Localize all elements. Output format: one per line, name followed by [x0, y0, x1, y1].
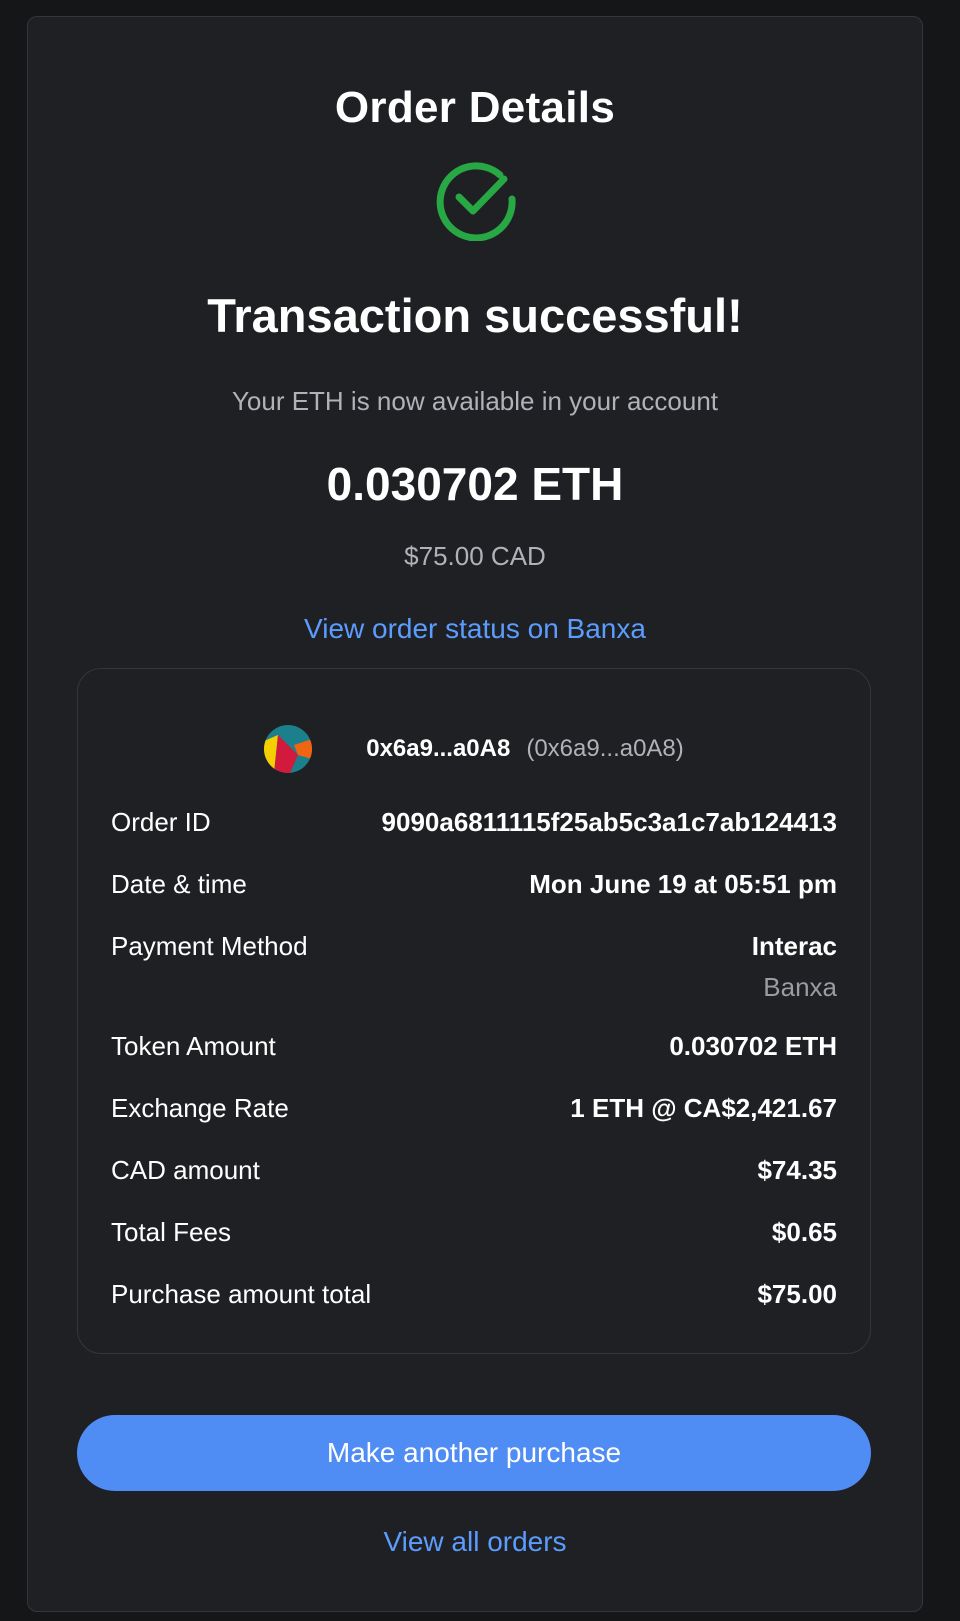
cad-amount-label: CAD amount — [111, 1155, 260, 1185]
exchange-rate-label: Exchange Rate — [111, 1093, 289, 1123]
payment-method-value: Interac Banxa — [752, 931, 837, 1003]
order-id-value: 9090a6811115f25ab5c3a1c7ab124413 — [381, 807, 837, 837]
date-time-label: Date & time — [111, 869, 247, 899]
payment-method-row: Payment Method Interac Banxa — [111, 931, 837, 1003]
token-amount-label: Token Amount — [111, 1031, 276, 1061]
view-all-orders-link[interactable]: View all orders — [28, 1526, 922, 1558]
payment-method-name: Interac — [751, 931, 837, 961]
purchase-total-value: $75.00 — [757, 1279, 837, 1309]
page-title: Order Details — [334, 83, 616, 132]
total-fees-value: $0.65 — [771, 1217, 837, 1247]
view-order-status-link[interactable]: View order status on Banxa — [28, 613, 922, 645]
check-circle-icon — [436, 162, 516, 241]
fiat-amount: $75.00 CAD — [404, 541, 546, 571]
account-name: 0x6a9...a0A8 — [366, 735, 511, 762]
order-id-label: Order ID — [111, 807, 211, 837]
cad-amount-row: CAD amount $74.35 — [111, 1155, 837, 1186]
date-time-row: Date & time Mon June 19 at 05:51 pm — [111, 869, 837, 900]
purchase-total-row: Purchase amount total $75.00 — [111, 1279, 837, 1310]
order-details-card: 0x6a9...a0A8 (0x6a9...a0A8) Order ID 909… — [77, 668, 871, 1354]
token-amount-row: Token Amount 0.030702 ETH — [111, 1031, 837, 1062]
success-heading: Transaction successful! — [207, 289, 743, 342]
exchange-rate-value: 1 ETH @ CA$2,421.67 — [570, 1093, 837, 1123]
account-avatar — [264, 725, 313, 773]
success-subtitle: Your ETH is now available in your accoun… — [231, 386, 719, 416]
date-time-value: Mon June 19 at 05:51 pm — [529, 869, 837, 899]
account-address: (0x6a9...a0A8) — [526, 735, 684, 762]
total-fees-label: Total Fees — [111, 1217, 231, 1247]
order-id-row: Order ID 9090a6811115f25ab5c3a1c7ab12441… — [111, 807, 837, 838]
order-details-panel: Order Details Transaction successful! Yo… — [27, 16, 923, 1612]
payment-provider: Banxa — [763, 972, 837, 1002]
cad-amount-value: $74.35 — [757, 1155, 837, 1185]
total-fees-row: Total Fees $0.65 — [111, 1217, 837, 1248]
exchange-rate-row: Exchange Rate 1 ETH @ CA$2,421.67 — [111, 1093, 837, 1124]
token-amount: 0.030702 ETH — [326, 458, 624, 510]
account-row: 0x6a9...a0A8 (0x6a9...a0A8) — [78, 723, 870, 775]
token-amount-value: 0.030702 ETH — [669, 1031, 837, 1061]
purchase-total-label: Purchase amount total — [111, 1279, 372, 1309]
make-another-purchase-button[interactable]: Make another purchase — [77, 1415, 871, 1491]
payment-method-label: Payment Method — [111, 931, 308, 961]
